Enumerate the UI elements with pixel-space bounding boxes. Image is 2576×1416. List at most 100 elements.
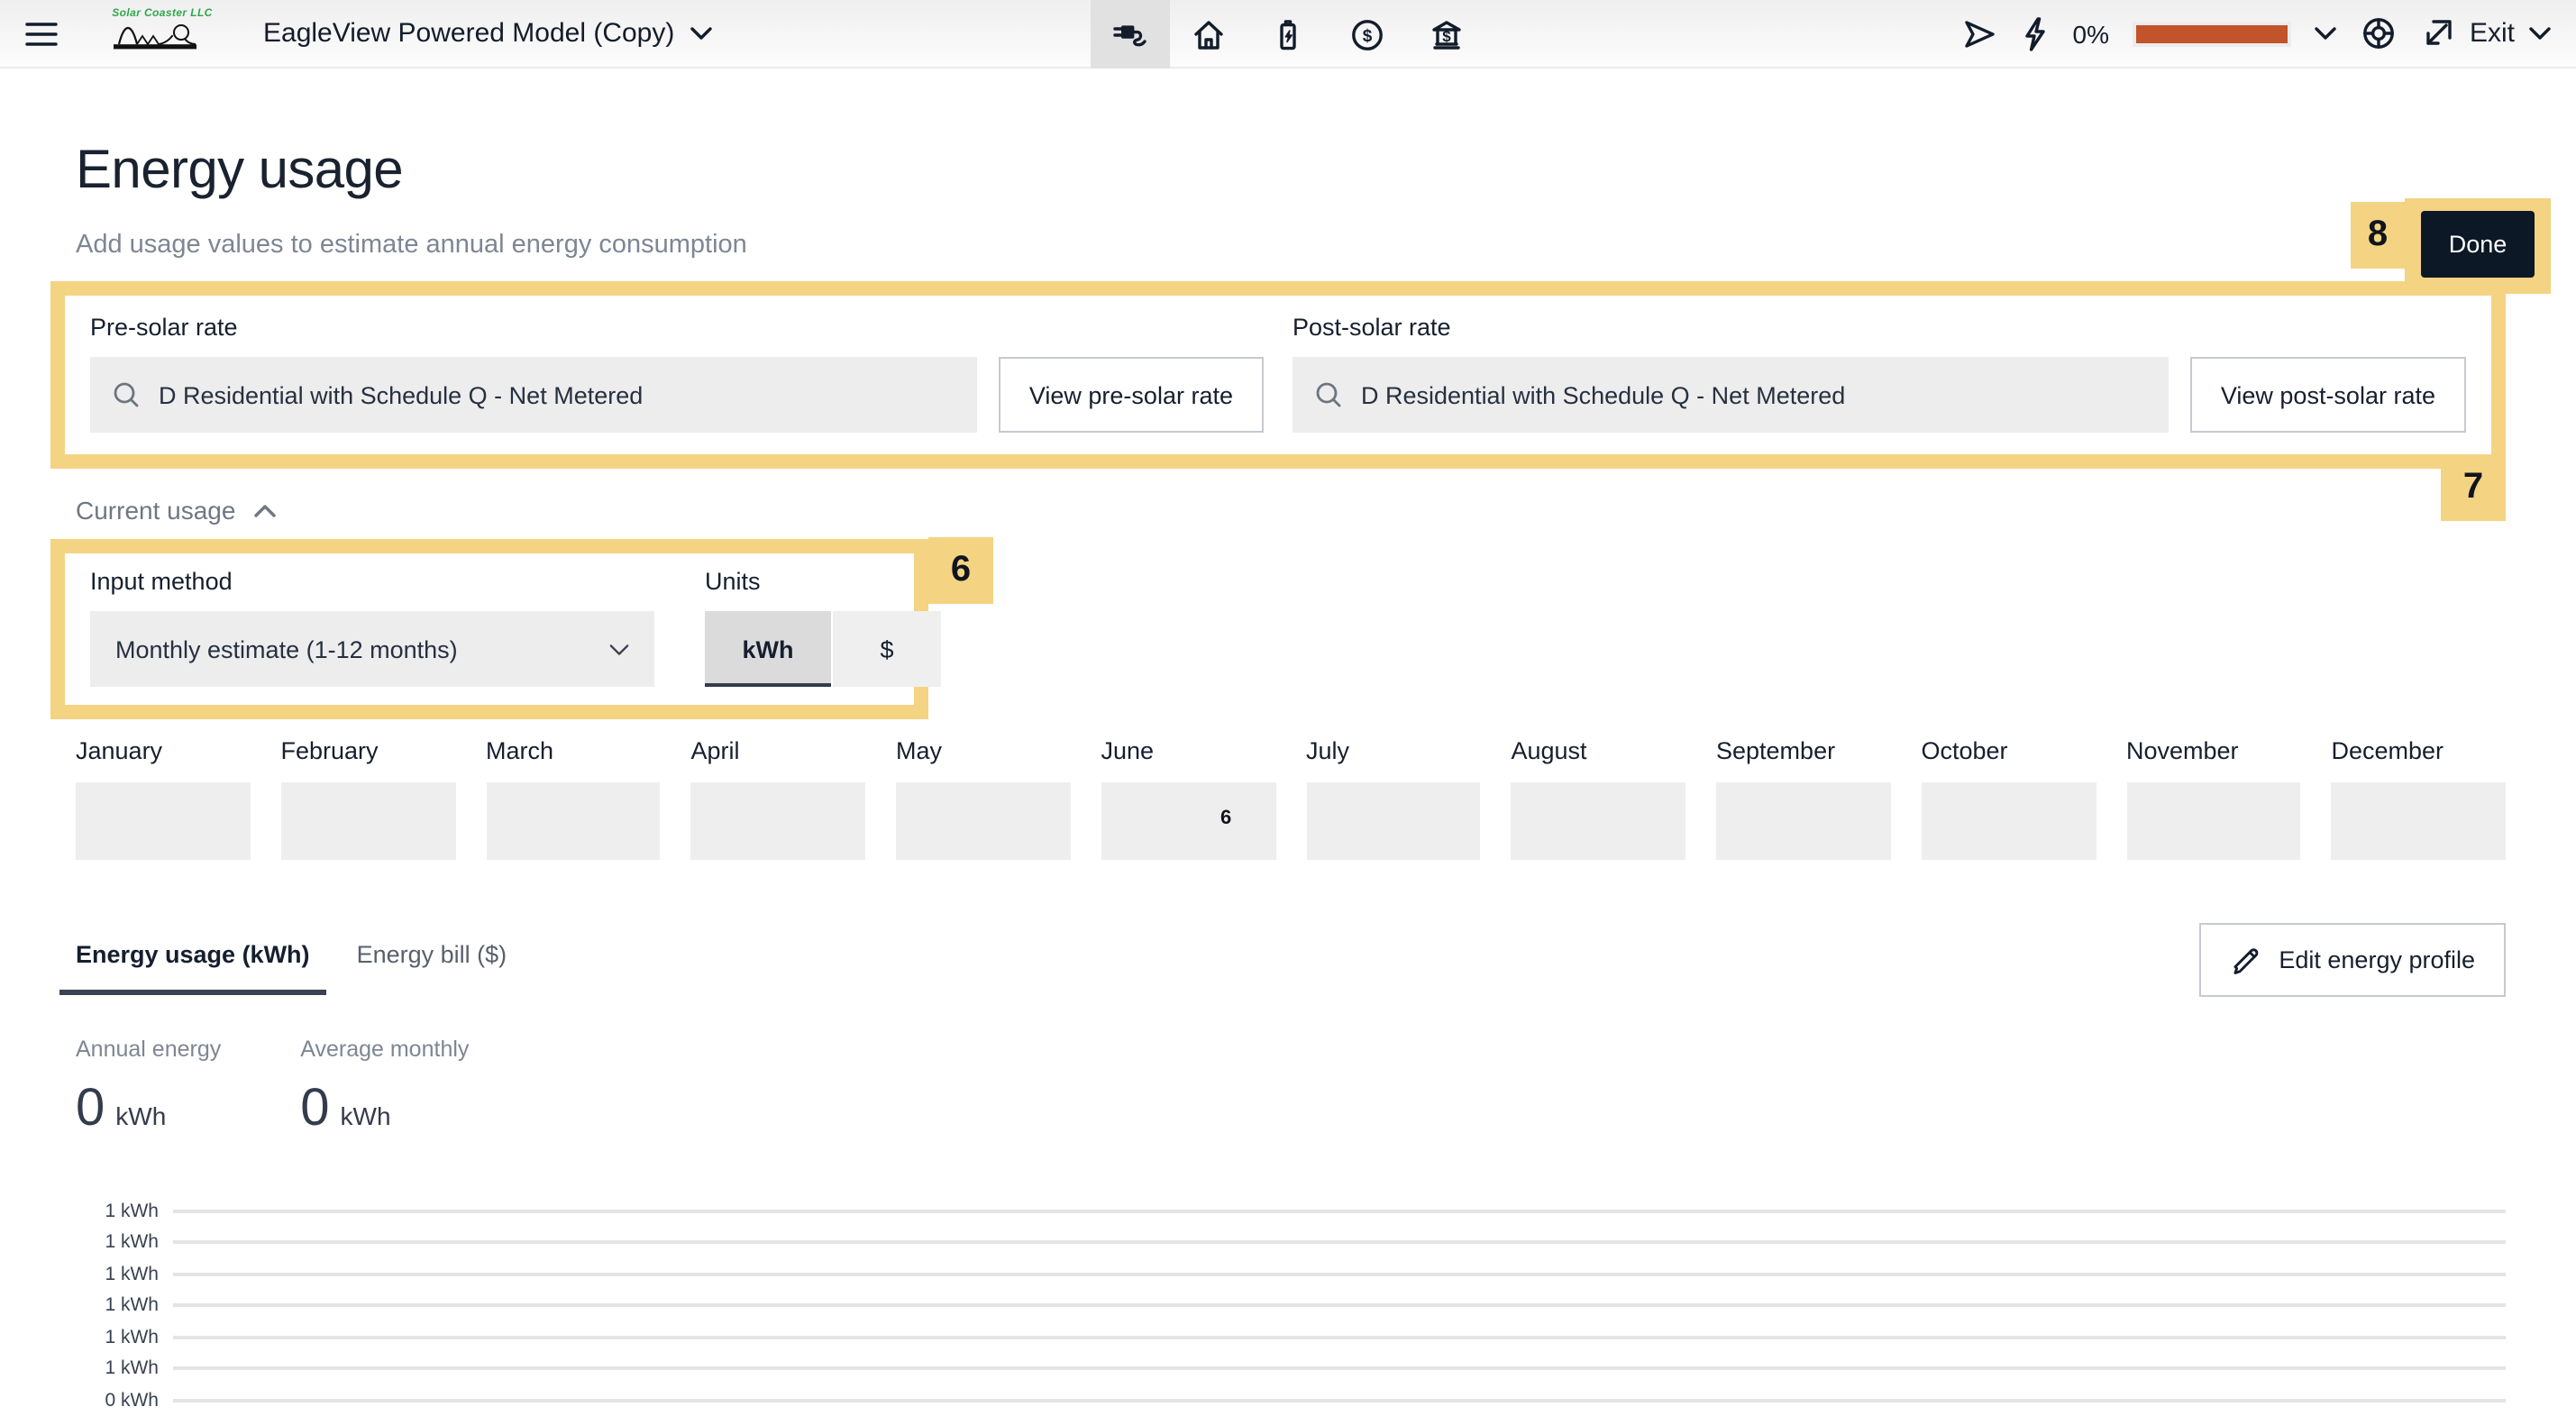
chart-gridline-row: 1 kWh [76,1195,2506,1227]
svg-text:$: $ [1363,26,1373,45]
chart-y-tick-label: 1 kWh [76,1232,159,1254]
month-usage-input[interactable] [281,782,456,860]
average-monthly-stat: Average monthly 0 kWh [300,1037,469,1139]
month-label: March [486,737,661,764]
month-cell-july: July [1306,737,1481,860]
input-method-select[interactable]: Monthly estimate (1-12 months) [90,611,654,687]
month-usage-input[interactable] [896,782,1071,860]
chart-gridline-row: 1 kWh [76,1290,2506,1321]
nav-home-tab[interactable] [1169,0,1248,69]
month-usage-input[interactable] [486,782,661,860]
mode-nav: $ $ [1090,0,1486,69]
month-usage-input[interactable] [1716,782,1891,860]
chart-gridline-row: 1 kWh [76,1321,2506,1353]
month-cell-december: December [2332,737,2507,860]
usage-stats: Annual energy 0 kWh Average monthly 0 kW… [76,1037,2506,1139]
annual-energy-stat: Annual energy 0 kWh [76,1037,221,1139]
progress-fill [2136,24,2288,42]
tab-energy-usage-kwh[interactable]: Energy usage (kWh) [59,923,326,995]
units-label: Units [705,568,941,595]
annotation-step-6: 6 [928,537,993,604]
month-label: July [1306,737,1481,764]
month-label: November [2126,737,2301,764]
annual-energy-value: 0 [76,1080,105,1139]
send-icon[interactable] [1961,15,1997,51]
current-usage-toggle[interactable]: Current usage [76,496,275,525]
project-title[interactable]: EagleView Powered Model (Copy) [263,18,712,49]
month-usage-input[interactable] [691,782,866,860]
annual-energy-unit: kWh [115,1101,166,1130]
nav-consumption-tab[interactable] [1090,0,1169,69]
energy-usage-page: Energy usage Add usage values to estimat… [0,141,2576,1416]
month-usage-input[interactable] [1306,782,1481,860]
menu-button[interactable] [18,14,65,53]
summary-row: Energy usage (kWh) Energy bill ($) Edit … [76,923,2506,997]
input-method-label: Input method [90,568,654,595]
chart-gridline-row: 1 kWh [76,1227,2506,1258]
hamburger-icon [25,21,58,46]
progress-bar [2133,21,2291,46]
exit-label: Exit [2470,18,2515,49]
rates-highlight-box: Pre-solar rate D Residential with Schedu… [50,281,2506,469]
month-label: August [1512,737,1686,764]
svg-text:$: $ [1442,27,1451,44]
search-icon [1314,380,1343,409]
nav-battery-tab[interactable] [1248,0,1328,69]
chart-gridline [173,1210,2506,1213]
lightning-icon[interactable] [2021,15,2050,51]
annotation-step-7: 7 [2441,454,2506,521]
input-method-highlight-box: Input method Monthly estimate (1-12 mont… [50,539,928,719]
month-label: June [1101,737,1276,764]
units-option-kwh[interactable]: kWh [705,611,831,687]
units-option-dollar[interactable]: $ [831,611,941,687]
current-usage-label: Current usage [76,496,235,525]
month-cell-march: March [486,737,661,860]
month-usage-input[interactable] [2126,782,2301,860]
pre-solar-rate-value: D Residential with Schedule Q - Net Mete… [159,381,643,408]
exit-control[interactable]: Exit [2421,16,2551,50]
month-usage-input[interactable] [1101,782,1276,860]
month-label: December [2332,737,2507,764]
month-cell-september: September [1716,737,1891,860]
page-subtitle: Add usage values to estimate annual ener… [76,231,2506,260]
month-cell-january: January [76,737,251,860]
chart-y-tick-label: 1 kWh [76,1264,159,1285]
month-usage-input[interactable] [1922,782,2096,860]
view-pre-solar-rate-button[interactable]: View pre-solar rate [999,357,1264,433]
view-post-solar-rate-button[interactable]: View post-solar rate [2190,357,2466,433]
nav-financing-tab[interactable]: $ [1407,0,1486,69]
progress-percent: 0% [2073,19,2109,48]
tab-energy-bill[interactable]: Energy bill ($) [357,923,507,995]
post-solar-rate-input[interactable]: D Residential with Schedule Q - Net Mete… [1293,357,2169,433]
monthly-usage-inputs: JanuaryFebruaryMarchAprilMayJuneJulyAugu… [76,737,2506,860]
average-monthly-unit: kWh [341,1101,391,1130]
month-cell-november: November [2126,737,2301,860]
month-cell-may: May [896,737,1071,860]
month-usage-input[interactable] [1512,782,1686,860]
chevron-down-icon[interactable] [2315,27,2336,40]
nav-pricing-tab[interactable]: $ [1328,0,1407,69]
month-cell-february: February [281,737,456,860]
chart-gridline [173,1273,2506,1276]
edit-energy-profile-label: Edit energy profile [2279,946,2475,973]
pre-solar-rate-section: Pre-solar rate D Residential with Schedu… [90,314,1264,433]
chart-gridline-row: 1 kWh [76,1258,2506,1290]
bank-icon: $ [1428,15,1466,53]
chevron-up-icon [253,504,275,516]
month-label: January [76,737,251,764]
post-solar-rate-label: Post-solar rate [1293,314,2466,341]
month-usage-input[interactable] [76,782,251,860]
done-button[interactable]: Done [2421,211,2535,278]
pre-solar-rate-label: Pre-solar rate [90,314,1264,341]
help-icon[interactable] [2360,14,2398,52]
usage-chart: 1 kWh1 kWh1 kWh1 kWh1 kWh1 kWh0 kWh [76,1195,2506,1416]
company-logo: Solar Coaster LLC [108,9,216,58]
pre-solar-rate-input[interactable]: D Residential with Schedule Q - Net Mete… [90,357,977,433]
edit-energy-profile-button[interactable]: Edit energy profile [2199,923,2506,997]
month-usage-input[interactable] [2332,782,2507,860]
chart-gridline-row: 1 kWh [76,1353,2506,1384]
units-toggle: kWh $ [705,611,941,687]
post-solar-rate-value: D Residential with Schedule Q - Net Mete… [1361,381,1845,408]
chevron-down-icon [609,643,629,655]
plug-icon [1110,15,1148,53]
